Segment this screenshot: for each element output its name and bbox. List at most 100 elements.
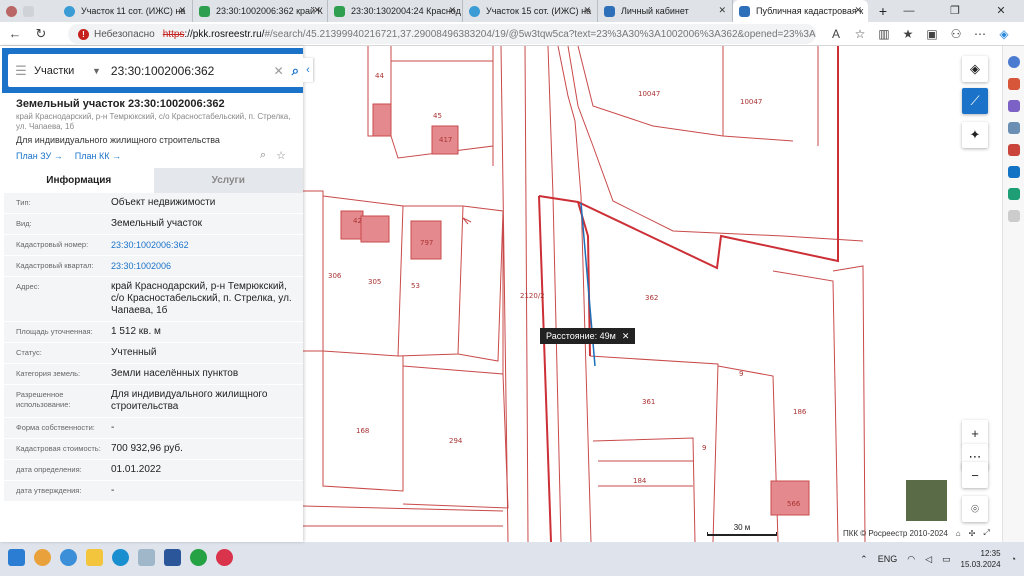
close-tab-icon[interactable]: ✕: [313, 5, 321, 16]
close-window-icon[interactable]: ✕: [978, 0, 1024, 22]
collections-icon[interactable]: ▣: [920, 27, 944, 41]
bookmark-star-icon[interactable]: ☆: [276, 149, 286, 162]
search-type-select[interactable]: Участки: [34, 65, 92, 77]
browser-tab[interactable]: Участок 15 сот. (ИЖС) на ✕: [463, 0, 598, 22]
read-aloud-icon[interactable]: A: [824, 27, 848, 41]
app-icon[interactable]: [138, 549, 155, 566]
property-value: Объект недвижимости: [111, 197, 216, 208]
zoom-out-button[interactable]: −: [962, 462, 988, 488]
property-row: Адрес: край Краснодарский, р-н Темрюкский…: [4, 277, 303, 322]
zoom-in-button[interactable]: +: [962, 420, 988, 446]
plan-zu-link[interactable]: План ЗУ →: [16, 151, 63, 161]
compass-button[interactable]: ⌾: [962, 496, 988, 522]
close-icon[interactable]: ✕: [622, 331, 630, 342]
close-tab-icon[interactable]: ✕: [583, 5, 591, 16]
collapse-panel-button[interactable]: ‹: [303, 58, 313, 82]
favorites-icon[interactable]: ★: [896, 27, 920, 41]
url-field[interactable]: ! Небезопасно https ://pkk.rosreestr.ru/ …: [68, 24, 816, 44]
property-value: край Краснодарский, р-н Темрюкский, с/о …: [111, 281, 292, 316]
parcel-label: 566: [787, 500, 801, 508]
close-tab-icon[interactable]: ✕: [718, 5, 726, 16]
outlook-icon[interactable]: [1007, 166, 1020, 178]
wifi-icon[interactable]: ◠: [907, 554, 915, 565]
browser-tab-active[interactable]: Публичная кадастровая к ✕: [733, 0, 868, 22]
close-tab-icon[interactable]: ✕: [178, 5, 186, 16]
microsoft365-icon[interactable]: [1007, 144, 1020, 156]
copyright: ПКК © Росреестр 2010-2024 ⌂ ✣ ⤢: [843, 528, 990, 538]
browser-tab[interactable]: Участок 11 сот. (ИЖС) на ✕: [58, 0, 193, 22]
zoom-to-object-icon[interactable]: ⌕: [260, 149, 266, 162]
cadastral-quarter-link[interactable]: 23:30:1002006: [105, 256, 299, 276]
word-icon[interactable]: [164, 549, 181, 566]
parcel-label: 10047: [740, 98, 762, 106]
measure-tool-button[interactable]: ⟋: [962, 88, 988, 114]
parcel-label: 797: [420, 239, 433, 247]
edge-icon[interactable]: [112, 549, 129, 566]
cadastral-number-link[interactable]: 23:30:1002006:362: [105, 235, 299, 255]
reload-icon[interactable]: ↻: [30, 26, 52, 42]
more-icon[interactable]: ⋯: [968, 27, 992, 41]
copyright-text: ПКК © Росреестр 2010-2024: [843, 528, 948, 538]
split-screen-icon[interactable]: ▥: [872, 27, 896, 41]
weather-icon[interactable]: [60, 549, 77, 566]
site-favicon-icon: [334, 5, 345, 17]
browser-tab[interactable]: 23:30:1002006:362 край К ✕: [193, 0, 328, 22]
cadastral-map[interactable]: 44 45 10047 10047 306 305 53 2120/2 362 …: [303, 46, 1002, 542]
parcel-label: 45: [433, 112, 442, 120]
fullscreen-icon[interactable]: ⤢: [983, 528, 989, 538]
add-sidebar-icon[interactable]: [1007, 210, 1020, 222]
close-tab-icon[interactable]: ✕: [854, 5, 862, 16]
back-icon[interactable]: ←: [4, 26, 26, 41]
property-value: 01.01.2022: [111, 464, 162, 475]
file-explorer-icon[interactable]: [86, 549, 103, 566]
tray-chevron-icon[interactable]: ⌃: [860, 554, 868, 565]
chevron-down-icon[interactable]: ▼: [92, 66, 101, 76]
browser-tab[interactable]: 23:30:1302004:24 Краснод ✕: [328, 0, 463, 22]
tools-icon[interactable]: [1007, 100, 1020, 112]
url-scheme: https: [162, 28, 185, 40]
games-icon[interactable]: [1007, 122, 1020, 134]
media-player-icon[interactable]: [216, 549, 233, 566]
close-tab-icon[interactable]: ✕: [448, 5, 456, 16]
locate-tool-button[interactable]: ✦: [962, 122, 988, 148]
search-icon[interactable]: ⌕: [292, 63, 299, 79]
minimize-icon[interactable]: —: [886, 0, 932, 22]
property-key: Адрес:: [16, 282, 40, 291]
browser-tab-1[interactable]: [0, 0, 58, 22]
search-input[interactable]: 23:30:1002006:362: [111, 64, 274, 78]
menu-icon[interactable]: ☰: [8, 63, 34, 79]
start-icon[interactable]: [8, 549, 25, 566]
maximize-icon[interactable]: ❐: [932, 0, 978, 22]
property-row: дата определения: 01.01.2022: [4, 460, 303, 481]
layers-button[interactable]: ◈: [962, 56, 988, 82]
parcel-layer: 44 45 10047 10047 306 305 53 2120/2 362 …: [303, 46, 866, 542]
home-icon[interactable]: ⌂: [956, 529, 961, 538]
shopping-icon[interactable]: [1007, 78, 1020, 90]
battery-icon[interactable]: ▭: [942, 554, 951, 565]
widgets-icon[interactable]: [34, 549, 51, 566]
notifications-icon[interactable]: ◔: [1011, 554, 1016, 564]
tab-services[interactable]: Услуги: [153, 168, 303, 193]
plan-kk-label: План КК: [74, 151, 110, 161]
search-icon[interactable]: [1007, 56, 1020, 68]
language-indicator[interactable]: ENG: [878, 554, 898, 564]
plan-kk-link[interactable]: План КК →: [75, 151, 121, 161]
tab-actions-icon[interactable]: [23, 5, 34, 17]
browser-tab[interactable]: Личный кабинет ✕: [598, 0, 733, 22]
whatsapp-icon[interactable]: [190, 549, 207, 566]
clock[interactable]: 12:35 15.03.2024: [961, 548, 1001, 570]
property-row: Статус: Учтенный: [4, 343, 303, 364]
clear-icon[interactable]: ✕: [274, 64, 284, 78]
navigation-icon[interactable]: ✣: [969, 529, 976, 538]
time: 12:35: [980, 549, 1001, 558]
copilot-icon[interactable]: ◈: [992, 27, 1016, 41]
volume-icon[interactable]: ◁: [925, 554, 932, 565]
tab-information[interactable]: Информация: [4, 168, 154, 193]
profile-icon[interactable]: [6, 5, 17, 17]
favorite-icon[interactable]: ☆: [848, 27, 872, 41]
extensions-icon[interactable]: ⚇: [944, 27, 968, 41]
drop-icon[interactable]: [1007, 188, 1020, 200]
security-indicator[interactable]: ! Небезопасно: [78, 28, 155, 40]
tab-title: 23:30:1302004:24 Краснод: [351, 6, 461, 16]
basemap-switcher[interactable]: [905, 479, 948, 522]
